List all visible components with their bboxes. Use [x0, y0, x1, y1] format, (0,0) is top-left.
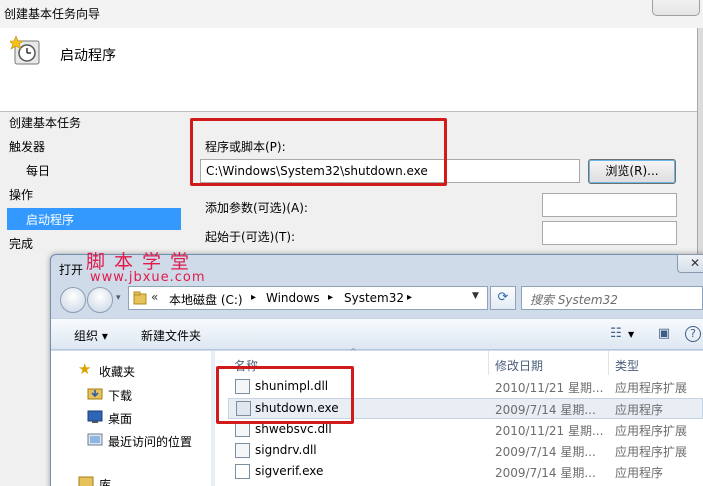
start-in-input[interactable] — [542, 221, 677, 245]
file-row-signdrv[interactable]: signdrv.dll 2009/7/14 星期... 应用程序扩展 — [228, 440, 703, 461]
wizard-header: 启动程序 — [0, 28, 697, 112]
nav-action[interactable]: 操作 — [9, 186, 33, 203]
column-header-name[interactable]: 名称 — [234, 351, 258, 375]
nav-start-program: 启动程序 — [26, 213, 75, 227]
nav-create-task[interactable]: 创建基本任务 — [9, 114, 81, 131]
start-in-label: 起始于(可选)(T): — [205, 230, 296, 244]
tree-library[interactable]: 库 — [99, 476, 111, 486]
history-buttons: ▾ — [60, 287, 126, 313]
arguments-label: 添加参数(可选)(A): — [205, 201, 308, 215]
preview-pane-icon[interactable]: ▣ — [655, 325, 673, 343]
tree-desktop[interactable]: 桌面 — [108, 410, 132, 427]
file-name: sigverif.exe — [255, 464, 324, 478]
wizard-page-title: 启动程序 — [60, 48, 116, 64]
tree-downloads[interactable]: 下载 — [108, 387, 132, 404]
file-name: shwebsvc.dll — [255, 422, 332, 436]
dialog-close-button[interactable]: ✕ — [677, 254, 703, 273]
back-button[interactable] — [60, 287, 86, 313]
recent-pages-chevron-icon[interactable]: ▾ — [116, 293, 121, 303]
refresh-button[interactable]: ⟳ — [490, 286, 516, 310]
view-options-icon[interactable]: ☷ — [607, 325, 625, 343]
file-date: 2010/11/21 星期... — [495, 424, 604, 438]
program-input[interactable]: C:\Windows\System32\shutdown.exe — [200, 159, 580, 183]
file-row-shutdown[interactable]: shutdown.exe 2009/7/14 星期... 应用程序 — [228, 398, 703, 419]
column-separator[interactable] — [608, 351, 609, 375]
download-folder-icon — [87, 388, 103, 400]
exe-file-icon — [236, 401, 251, 416]
file-row-sigverif[interactable]: sigverif.exe 2009/7/14 星期... 应用程序 — [228, 461, 703, 482]
address-bar[interactable]: « 本地磁盘 (C:) ▸ Windows ▸ System32 ▸ ▼ — [128, 286, 488, 310]
address-separator[interactable]: ▸ — [407, 292, 412, 303]
forward-button[interactable] — [87, 287, 113, 313]
wizard-title: 创建基本任务向导 — [4, 7, 101, 21]
file-name: signdrv.dll — [255, 443, 317, 457]
address-segment-drive[interactable]: 本地磁盘 (C:) — [169, 291, 243, 308]
dialog-title: 打开 — [59, 263, 84, 277]
view-dropdown-icon[interactable]: ▼ — [628, 330, 634, 339]
address-dropdown-icon[interactable]: ▼ — [472, 291, 479, 301]
library-icon — [78, 476, 94, 486]
file-type: 应用程序 — [615, 403, 664, 417]
new-folder-button[interactable]: 新建文件夹 — [141, 327, 201, 344]
task-clock-icon — [10, 36, 40, 65]
recent-places-icon — [87, 433, 103, 446]
star-icon: ★ — [78, 360, 92, 378]
file-type: 应用程序扩展 — [615, 381, 688, 395]
arguments-input[interactable] — [542, 193, 677, 217]
sort-chevron-icon: ^ — [350, 347, 357, 356]
tree-favorites[interactable]: 收藏夹 — [99, 363, 135, 380]
dll-file-icon — [235, 443, 250, 458]
wizard-titlebar: 创建基本任务向导 — [0, 0, 703, 28]
file-date: 2009/7/14 星期... — [495, 403, 596, 417]
file-type: 应用程序扩展 — [615, 445, 688, 459]
file-name: shunimpl.dll — [255, 379, 329, 393]
refresh-icon: ⟳ — [497, 290, 509, 305]
wizard-close-button[interactable] — [652, 0, 700, 16]
address-segment-windows[interactable]: Windows — [266, 291, 320, 305]
column-header-type[interactable]: 类型 — [615, 351, 639, 375]
folder-icon — [133, 291, 147, 305]
file-row-shunimpl[interactable]: shunimpl.dll 2010/11/21 星期... 应用程序扩展 — [228, 376, 703, 397]
dialog-toolbar: 组织 ▾ 新建文件夹 ☷ ▼ ▣ ? — [51, 318, 703, 350]
file-row-shwebsvc[interactable]: shwebsvc.dll 2010/11/21 星期... 应用程序扩展 — [228, 419, 703, 440]
file-date: 2009/7/14 星期... — [495, 445, 596, 459]
help-icon[interactable]: ? — [685, 326, 701, 342]
nav-daily[interactable]: 每日 — [26, 162, 50, 179]
tree-recent-places[interactable]: 最近访问的位置 — [108, 433, 192, 450]
dll-file-icon — [235, 379, 250, 394]
watermark-url: www.jbxue.com — [90, 270, 206, 285]
address-segment-system32[interactable]: System32 — [344, 291, 404, 305]
browse-button[interactable]: 浏览(R)... — [588, 159, 676, 184]
file-date: 2009/7/14 星期... — [495, 466, 596, 480]
file-type: 应用程序扩展 — [615, 424, 688, 438]
nav-finish[interactable]: 完成 — [9, 235, 33, 252]
file-type: 应用程序 — [615, 466, 664, 480]
column-header-modified[interactable]: 修改日期 — [495, 351, 543, 375]
desktop-icon — [87, 410, 103, 423]
exe-file-icon — [235, 464, 250, 479]
column-separator[interactable] — [488, 351, 489, 375]
address-separator[interactable]: ▸ — [328, 292, 333, 303]
program-label: 程序或脚本(P): — [205, 140, 286, 154]
file-name: shutdown.exe — [255, 401, 339, 415]
address-chevrons[interactable]: « — [151, 290, 158, 304]
file-date: 2010/11/21 星期... — [495, 381, 604, 395]
organize-button[interactable]: 组织 ▾ — [74, 327, 108, 344]
search-input[interactable]: 搜索 System32 — [521, 286, 703, 310]
nav-trigger[interactable]: 触发器 — [9, 138, 45, 155]
dll-file-icon — [235, 422, 250, 437]
address-separator[interactable]: ▸ — [251, 292, 256, 303]
